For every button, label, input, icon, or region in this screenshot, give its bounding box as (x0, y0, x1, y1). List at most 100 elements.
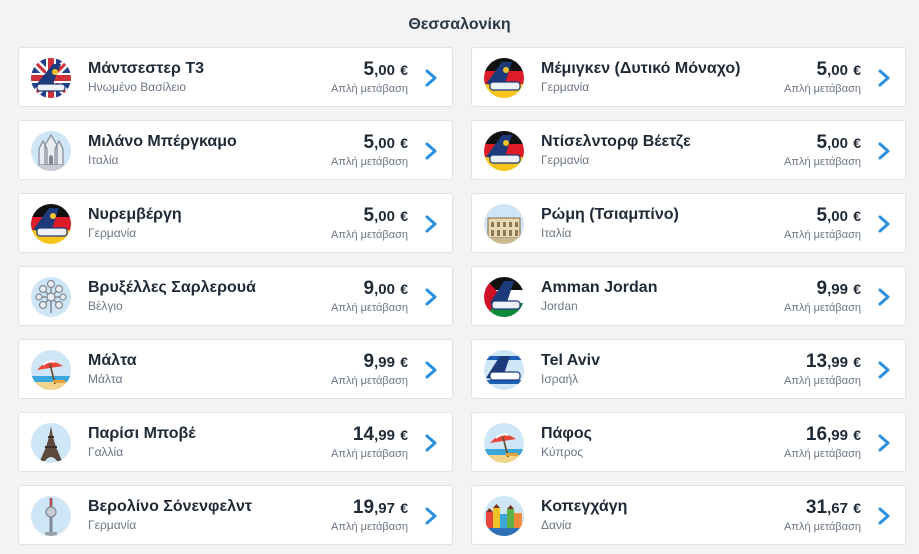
destination-name: Μιλάνο Μπέργκαμο (88, 133, 237, 150)
destination-card[interactable]: Βρυξέλλες Σαρλερουά Βέλγιο 9,00 € Απλή μετά… (18, 266, 453, 326)
destination-card[interactable]: Παρίσι Μποβέ Γαλλία 14,99 € Απλή μετάβαση (18, 412, 453, 472)
price: 31,67 € (806, 497, 861, 519)
price-integer: 5 (363, 132, 375, 153)
chevron-right-icon (425, 142, 437, 160)
card-arrow[interactable] (877, 141, 891, 161)
price: 9,99 € (816, 278, 861, 300)
chevron-right-icon (878, 215, 890, 233)
price-decimals: ,99 (827, 281, 848, 298)
card-arrow[interactable] (877, 360, 891, 380)
card-arrow[interactable] (877, 68, 891, 88)
card-arrow[interactable] (424, 360, 438, 380)
price-decimals: ,99 (827, 354, 848, 371)
destination-country: Ηνωμένο Βασίλειο (88, 80, 187, 94)
destination-name: Κοπεγχάγη (541, 498, 628, 515)
price-decimals: ,00 (374, 208, 395, 225)
price-currency: € (853, 354, 861, 370)
price-decimals: ,99 (374, 354, 395, 371)
destination-name: Amman Jordan (541, 279, 658, 296)
trip-type: Απλή μετάβαση (331, 229, 408, 241)
chevron-right-icon (878, 361, 890, 379)
trip-type: Απλή μετάβαση (331, 521, 408, 533)
destination-name: Μάντσεστερ T3 (88, 60, 204, 77)
page-title: Θεσσαλονίκη (408, 16, 511, 33)
card-arrow[interactable] (877, 433, 891, 453)
chevron-right-icon (878, 434, 890, 452)
trip-type: Απλή μετάβαση (331, 448, 408, 460)
trip-type: Απλή μετάβαση (331, 83, 408, 95)
price-currency: € (400, 427, 408, 443)
destination-country: Δανία (541, 518, 572, 532)
destination-country: Γερμανία (88, 226, 137, 240)
chevron-right-icon (425, 288, 437, 306)
price-currency: € (853, 135, 861, 151)
price-integer: 9 (363, 278, 375, 299)
destination-card[interactable]: Μιλάνο Μπέργκαμο Ιταλία 5,00 € Απλή μετάβασ… (18, 120, 453, 180)
destination-country: Ιταλία (541, 226, 572, 240)
destination-card[interactable]: Βερολίνο Σόνενφελντ Γερμανία 19,97 € Απλή μ… (18, 485, 453, 545)
price-integer: 5 (816, 205, 828, 226)
price-currency: € (853, 281, 861, 297)
destination-card[interactable]: Tel Aviv Ισραήλ 13,99 € Απλή μετάβαση (471, 339, 906, 399)
price-integer: 31 (805, 497, 828, 518)
destination-card[interactable]: Amman Jordan Jordan 9,99 € Απλή μετάβαση (471, 266, 906, 326)
price-currency: € (400, 354, 408, 370)
destination-country: Γερμανία (541, 153, 590, 167)
card-arrow[interactable] (424, 68, 438, 88)
price-currency: € (400, 281, 408, 297)
price-decimals: ,67 (827, 500, 848, 517)
trip-type: Απλή μετάβαση (331, 302, 408, 314)
price: 16,99 € (806, 424, 861, 446)
card-arrow[interactable] (424, 433, 438, 453)
trip-type: Απλή μετάβαση (331, 156, 408, 168)
price-decimals: ,00 (827, 62, 848, 79)
chevron-right-icon (878, 69, 890, 87)
destination-card[interactable]: Νυρεμβέργη Γερμανία 5,00 € Απλή μετάβαση (18, 193, 453, 253)
israel-flag-plane-icon (484, 350, 524, 390)
price-integer: 5 (816, 132, 828, 153)
milan-cathedral-icon (31, 131, 71, 171)
destination-card[interactable]: Κοπεγχάγη Δανία 31,67 € Απλή μετάβαση (471, 485, 906, 545)
uk-flag-plane-icon (31, 58, 71, 98)
price-decimals: ,97 (374, 500, 395, 517)
chevron-right-icon (425, 215, 437, 233)
price: 5,00 € (816, 205, 861, 227)
card-arrow[interactable] (424, 506, 438, 526)
price: 9,99 € (363, 351, 408, 373)
destination-name: Ρώμη (Τσιαμπίνο) (541, 206, 679, 223)
price-currency: € (400, 135, 408, 151)
destination-name: Νυρεμβέργη (88, 206, 182, 223)
destination-card[interactable]: Ντίσελντορφ Βέετζε Γερμανία 5,00 € Απλή μετ… (471, 120, 906, 180)
price-currency: € (400, 208, 408, 224)
price-currency: € (400, 500, 408, 516)
card-arrow[interactable] (424, 287, 438, 307)
price-currency: € (853, 500, 861, 516)
price-decimals: ,99 (827, 427, 848, 444)
card-arrow[interactable] (877, 506, 891, 526)
destination-name: Ντίσελντορφ Βέετζε (541, 133, 691, 150)
destination-card[interactable]: Μάντσεστερ T3 Ηνωμένο Βασίλειο 5,00 € Απλή … (18, 47, 453, 107)
destination-country: Ιταλία (88, 153, 119, 167)
destination-country: Κύπρος (541, 445, 584, 459)
price: 5,00 € (816, 59, 861, 81)
destination-card[interactable]: Μάλτα Μάλτα 9,99 € Απλή μετάβαση (18, 339, 453, 399)
card-arrow[interactable] (424, 214, 438, 234)
card-arrow[interactable] (877, 287, 891, 307)
trip-type: Απλή μετάβαση (784, 156, 861, 168)
beach-umbrella-icon (31, 350, 71, 390)
card-arrow[interactable] (424, 141, 438, 161)
destination-card[interactable]: Μέμιγκεν (Δυτικό Μόναχο) Γερμανία 5,00 € Απ… (471, 47, 906, 107)
price-currency: € (853, 62, 861, 78)
eiffel-tower-icon (31, 423, 71, 463)
price-currency: € (400, 62, 408, 78)
price: 9,00 € (363, 278, 408, 300)
destination-card[interactable]: Ρώμη (Τσιαμπίνο) Ιταλία 5,00 € Απλή μετάβασ… (471, 193, 906, 253)
chevron-right-icon (425, 507, 437, 525)
card-arrow[interactable] (877, 214, 891, 234)
price-integer: 16 (805, 424, 828, 445)
destination-country: Γερμανία (541, 80, 590, 94)
colosseum-icon (484, 204, 524, 244)
destination-card[interactable]: Πάφος Κύπρος 16,99 € Απλή μετάβαση (471, 412, 906, 472)
destination-name: Βρυξέλλες Σαρλερουά (88, 279, 256, 296)
price: 5,00 € (363, 59, 408, 81)
